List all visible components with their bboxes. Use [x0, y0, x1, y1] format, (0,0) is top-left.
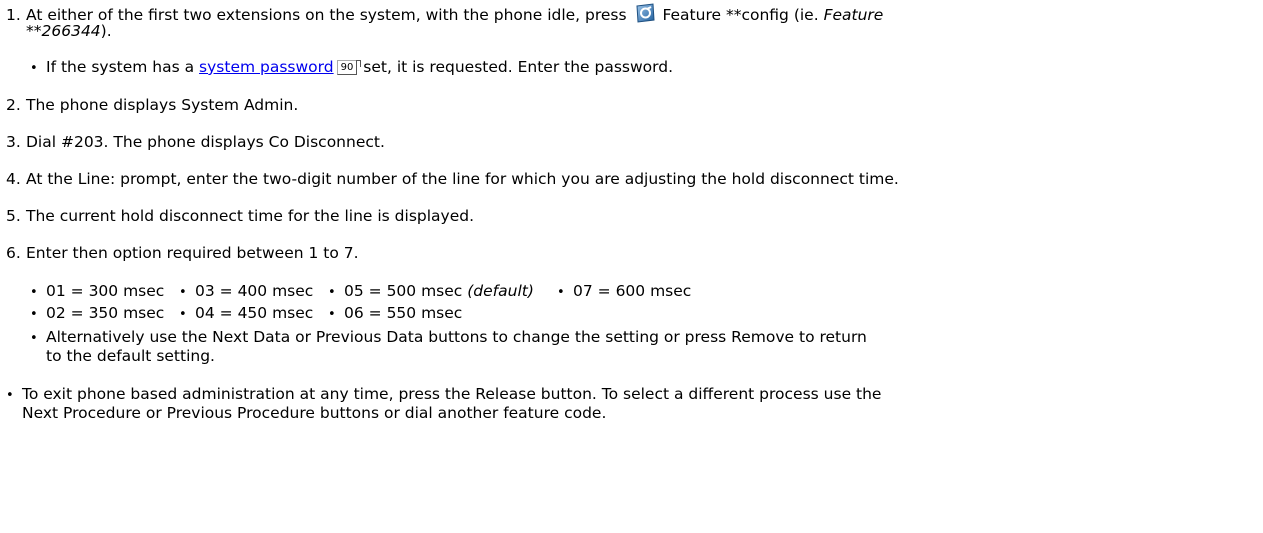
bullet: •: [6, 388, 14, 403]
option-label: 03 = 400 msec: [195, 282, 314, 300]
option-item: • 04 = 450 msec: [179, 303, 313, 325]
option-item: • 01 = 300 msec: [30, 281, 164, 303]
option-label: 02 = 350 msec: [46, 304, 165, 322]
option-item: • 05 = 500 msec (default): [328, 281, 534, 303]
bullet: •: [179, 285, 187, 300]
bullet: •: [557, 285, 565, 300]
step-text: Dial #203. The phone displays Co Disconn…: [26, 133, 385, 151]
step-2: 2. The phone displays System Admin.: [6, 95, 298, 115]
step-4: 4. At the Line: prompt, enter the two-dig…: [6, 169, 899, 189]
step-number: 1.: [6, 6, 21, 24]
step-5: 5. The current hold disconnect time for t…: [6, 206, 474, 226]
page-ref-icon[interactable]: 90: [336, 60, 362, 75]
option-label: 06 = 550 msec: [344, 304, 463, 322]
step-3: 3. Dial #203. The phone displays Co Disco…: [6, 132, 385, 152]
step-text: At the Line: prompt, enter the two-digit…: [26, 170, 899, 188]
password-note-post: set, it is requested. Enter the password…: [358, 58, 673, 76]
bullet: •: [328, 285, 336, 300]
option-label: 04 = 450 msec: [195, 304, 314, 322]
option-default-note: (default): [467, 282, 534, 300]
exit-note-wrap: Next Procedure or Previous Procedure but…: [22, 403, 606, 423]
option-label: 01 = 300 msec: [46, 282, 165, 300]
help-page: 1. At either of the first two extensions …: [0, 0, 1263, 533]
system-password-link[interactable]: system password: [199, 58, 334, 76]
step-example-end: ).: [100, 22, 112, 40]
step-text: The phone displays System Admin.: [26, 96, 299, 114]
step-number: 2.: [6, 96, 21, 114]
option-label: 07 = 600 msec: [573, 282, 692, 300]
step-6: 6. Enter then option required between 1 t…: [6, 243, 359, 263]
option-label: 05 = 500 msec: [344, 282, 468, 300]
step-text: At either of the first two extensions on…: [26, 6, 627, 24]
option-item: • 06 = 550 msec: [328, 303, 462, 325]
exit-note-line2: Next Procedure or Previous Procedure but…: [22, 404, 607, 422]
bullet: •: [328, 307, 336, 322]
feature-button-icon: [634, 3, 656, 28]
option-item: • 02 = 350 msec: [30, 303, 164, 325]
step-1: 1. At either of the first two extensions …: [6, 3, 883, 28]
bullet: •: [30, 61, 38, 76]
alternative-note-line2: to the default setting.: [46, 347, 215, 365]
bullet: •: [179, 307, 187, 322]
password-note-pre: If the system has a: [46, 58, 200, 76]
step-text-cont: Feature **config (ie.: [657, 6, 824, 24]
step-1-continued: **266344).: [26, 21, 112, 41]
exit-note-line1: To exit phone based administration at an…: [22, 385, 882, 403]
step-number: 3.: [6, 133, 21, 151]
step-text: Enter then option required between 1 to …: [26, 244, 359, 262]
step-number: 6.: [6, 244, 21, 262]
step-example-code: **266344: [26, 22, 101, 40]
step-number: 5.: [6, 207, 21, 225]
step-text: The current hold disconnect time for the…: [26, 207, 475, 225]
option-item: • 07 = 600 msec: [557, 281, 691, 303]
alternative-note-wrap: to the default setting.: [46, 346, 215, 366]
bullet: •: [30, 285, 38, 300]
bullet: •: [30, 307, 38, 322]
password-note: • If the system has a system password 90 s…: [30, 57, 673, 79]
alternative-note-line1: Alternatively use the Next Data or Previ…: [46, 328, 867, 346]
step-example-italic: Feature: [823, 6, 884, 24]
option-item: • 03 = 400 msec: [179, 281, 313, 303]
bullet: •: [30, 331, 38, 346]
step-number: 4.: [6, 170, 21, 188]
